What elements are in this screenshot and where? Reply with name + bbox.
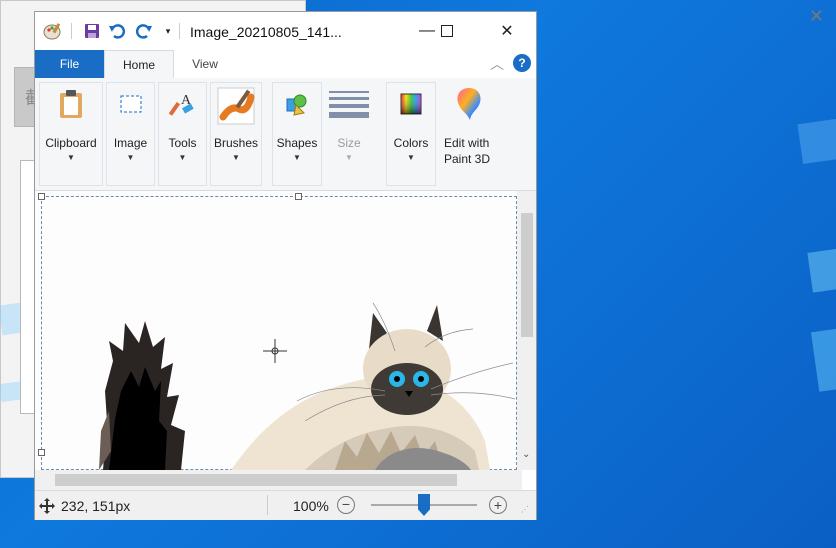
tools-label: Tools xyxy=(168,136,197,150)
tools-icon: A xyxy=(166,87,200,121)
colors-group[interactable]: Colors ▼ xyxy=(386,82,436,186)
scrollbar-thumb[interactable] xyxy=(521,213,533,337)
colors-label: Colors xyxy=(393,136,429,150)
minimize-ribbon-icon[interactable]: ︿ xyxy=(490,54,504,74)
zoom-slider-thumb[interactable] xyxy=(418,494,430,516)
horizontal-scrollbar[interactable] xyxy=(35,470,522,490)
save-icon[interactable] xyxy=(82,21,102,41)
paint3d-label: Paint 3D xyxy=(444,152,491,166)
zoom-slider[interactable] xyxy=(371,494,477,516)
image-group[interactable]: Image ▼ xyxy=(106,82,155,186)
drawing-canvas[interactable] xyxy=(35,191,522,470)
clipboard-group[interactable]: Clipboard ▼ xyxy=(39,82,103,186)
chevron-down-icon: ▼ xyxy=(178,153,187,162)
window-title: Image_20210805_141... xyxy=(190,24,342,40)
separator xyxy=(71,23,72,39)
size-icon xyxy=(328,87,370,121)
scrollbar-thumb[interactable] xyxy=(55,474,457,486)
cat-artwork xyxy=(99,302,516,470)
tab-home[interactable]: Home xyxy=(104,50,174,79)
separator xyxy=(267,495,268,515)
shapes-label: Shapes xyxy=(276,136,318,150)
palette-icon xyxy=(394,87,428,121)
chevron-down-icon[interactable]: ⌄ xyxy=(522,449,530,460)
chevron-down-icon: ▼ xyxy=(232,153,240,162)
cursor-position: 232, 151px xyxy=(61,498,131,514)
tools-group[interactable]: A Tools ▼ xyxy=(158,82,207,186)
chevron-down-icon: ▼ xyxy=(67,153,75,162)
image-label: Image xyxy=(113,136,148,150)
paint-app-icon[interactable] xyxy=(43,21,63,41)
shapes-icon xyxy=(280,87,314,121)
customize-quick-access-icon[interactable]: ▾ xyxy=(158,21,178,41)
paint-window[interactable]: ▾ Image_20210805_141... — ✕ File Home Vi… xyxy=(34,11,537,520)
brushes-label: Brushes xyxy=(213,136,259,150)
ribbon-tabs: File Home View ︿ ? xyxy=(35,50,536,79)
brushes-group[interactable]: Brushes ▼ xyxy=(210,82,262,186)
shapes-group[interactable]: Shapes ▼ xyxy=(272,82,322,186)
vertical-scrollbar[interactable]: ⌄ xyxy=(517,191,536,470)
selection-icon xyxy=(114,87,148,121)
maximize-icon[interactable] xyxy=(427,18,467,44)
close-icon[interactable]: ✕ xyxy=(809,6,824,27)
chevron-down-icon: ▼ xyxy=(293,153,301,162)
chevron-down-icon: ▼ xyxy=(126,153,135,162)
tab-file[interactable]: File xyxy=(35,50,104,78)
move-cursor-icon xyxy=(39,498,55,517)
edit-with-paint3d-button[interactable]: Edit with Paint 3D xyxy=(439,82,499,186)
edit-with-label: Edit with xyxy=(444,136,490,150)
help-icon[interactable]: ? xyxy=(513,54,531,72)
undo-icon[interactable] xyxy=(107,21,127,41)
chevron-down-icon: ▼ xyxy=(345,153,353,162)
zoom-out-icon[interactable]: − xyxy=(337,496,355,514)
resize-grip-icon[interactable]: ⋰ xyxy=(521,505,529,514)
clipboard-icon xyxy=(54,87,88,121)
paint3d-icon xyxy=(452,87,486,121)
size-label: Size xyxy=(337,136,361,150)
separator xyxy=(179,23,180,39)
size-group: Size ▼ xyxy=(325,82,373,186)
brush-icon xyxy=(216,87,256,125)
chevron-down-icon: ▼ xyxy=(407,153,415,162)
clipboard-label: Clipboard xyxy=(45,136,97,150)
title-bar[interactable]: ▾ Image_20210805_141... — ✕ xyxy=(35,12,536,50)
redo-icon[interactable] xyxy=(134,21,154,41)
status-bar: 232, 151px 100% − + ⋰ xyxy=(35,490,536,520)
close-icon[interactable]: ✕ xyxy=(487,18,527,44)
zoom-level: 100% xyxy=(293,498,329,514)
zoom-in-icon[interactable]: + xyxy=(489,496,507,514)
tab-view[interactable]: View xyxy=(180,50,230,78)
ribbon: Clipboard ▼ Image ▼ A Tools ▼ Brushes ▼ xyxy=(35,78,536,191)
crosshair-cursor-icon xyxy=(263,339,287,363)
